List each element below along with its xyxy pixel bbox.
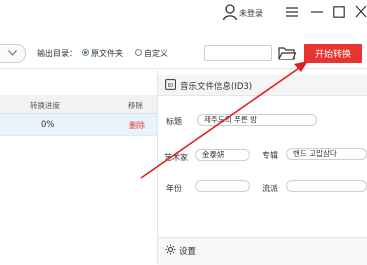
title-label: 标题: [166, 117, 182, 126]
genre-label: 流派: [262, 184, 278, 193]
settings-icon[interactable]: [165, 244, 176, 255]
artist-label: 艺术家: [164, 153, 188, 162]
row-delete-link[interactable]: 删除: [129, 120, 145, 131]
radio-custom[interactable]: [135, 49, 142, 56]
column-header-progress: 转换进度: [30, 101, 60, 110]
year-input[interactable]: [195, 180, 250, 192]
music-info-title: 音乐文件信息(ID3): [180, 82, 253, 92]
svg-text:ID: ID: [168, 83, 174, 89]
close-icon[interactable]: [355, 5, 367, 18]
id3-icon: ID: [165, 79, 176, 90]
radio-source-folder-label[interactable]: 原文件夹: [91, 48, 123, 59]
maximize-icon[interactable]: [333, 6, 345, 18]
artist-input[interactable]: 金泰妍: [195, 149, 250, 161]
user-icon[interactable]: [222, 3, 238, 21]
output-path-input[interactable]: [204, 45, 272, 61]
year-label: 年份: [166, 184, 182, 193]
music-info-panel: [158, 70, 367, 264]
start-convert-button[interactable]: 开始转换: [304, 44, 362, 63]
title-input[interactable]: 제주도의 푸른 밤: [197, 114, 317, 126]
settings-label[interactable]: 设置: [179, 245, 196, 257]
radio-source-folder[interactable]: [82, 49, 89, 56]
radio-custom-label[interactable]: 自定义: [144, 48, 168, 59]
chevron-down-icon: [8, 50, 17, 56]
menu-icon[interactable]: [286, 6, 298, 18]
output-dir-label: 输出目录：: [37, 49, 77, 58]
minimize-icon[interactable]: [311, 6, 323, 18]
genre-input[interactable]: [286, 180, 367, 192]
collapse-button[interactable]: [0, 44, 26, 63]
row-progress-value: 0%: [41, 120, 55, 130]
folder-icon[interactable]: [278, 45, 296, 61]
album-label: 专辑: [262, 151, 278, 160]
column-header-remove: 移除: [128, 101, 143, 110]
login-link[interactable]: 未登录: [239, 8, 263, 19]
album-input[interactable]: 밴드 고맙삼다: [286, 148, 367, 160]
